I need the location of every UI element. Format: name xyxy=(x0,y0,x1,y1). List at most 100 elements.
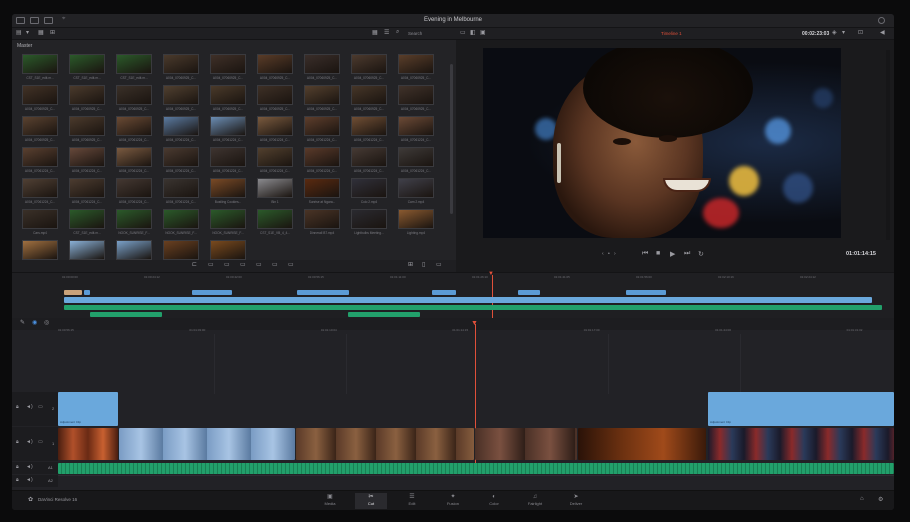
media-clip-thumbnail[interactable]: A004_07060925_C... xyxy=(69,116,105,146)
page-tab-color[interactable]: ◐ Color xyxy=(478,493,510,509)
home-icon[interactable]: ⌂ xyxy=(860,496,864,502)
adjustment-clip[interactable]: Adjustment Clip xyxy=(58,392,118,426)
media-clip-thumbnail[interactable]: A004_07061224_C... xyxy=(163,178,199,208)
media-clip-thumbnail[interactable]: CST_S1E_VB_4_4... xyxy=(257,209,293,239)
skip-forward-icon[interactable]: ⏭ xyxy=(684,250,690,258)
import-icon[interactable]: ⊞ xyxy=(50,29,55,36)
media-clip-thumbnail[interactable]: Lightbulbs Meeting... xyxy=(351,209,387,239)
media-clip-thumbnail[interactable]: A004_07061224_C... xyxy=(163,147,199,177)
snap-icon[interactable]: ⊞ xyxy=(408,261,413,268)
close-up-icon[interactable]: ▭ xyxy=(256,261,262,268)
mark-icon[interactable]: ⊏ xyxy=(192,261,197,268)
video-frame[interactable] xyxy=(483,48,841,238)
video-track-v1[interactable] xyxy=(64,297,872,303)
list-view-toggle-icon[interactable]: ☰ xyxy=(384,29,389,36)
overwrite-icon[interactable]: ▭ xyxy=(208,261,214,268)
media-clip-thumbnail[interactable]: NOOK_SUNRISE_F... xyxy=(163,209,199,239)
video-clip-filmstrip[interactable] xyxy=(578,428,706,460)
lock-icon[interactable]: 🔒︎ xyxy=(16,404,19,410)
media-clip-thumbnail[interactable]: A004_07061224_C... xyxy=(116,116,152,146)
media-clip-thumbnail[interactable]: A004_07061224_C... xyxy=(257,116,293,146)
viewer-split-icon[interactable]: ◧ xyxy=(470,29,476,36)
link-icon[interactable]: ▯ xyxy=(422,261,425,268)
media-clip-thumbnail[interactable]: Cam 2.mp4 xyxy=(398,178,434,208)
media-clip-thumbnail[interactable]: CST_S1E_edit.m... xyxy=(69,209,105,239)
video-clip-filmstrip[interactable] xyxy=(119,428,295,460)
media-clip-thumbnail[interactable]: A004_07061224_C... xyxy=(304,116,340,146)
append-icon[interactable]: ▭ xyxy=(240,261,246,268)
media-clip-thumbnail[interactable]: A004_07061224_C... xyxy=(257,147,293,177)
video-clip[interactable] xyxy=(84,290,90,295)
viewer-layout-icon[interactable]: ▭ xyxy=(460,29,466,36)
insert-icon[interactable]: ▭ xyxy=(224,261,230,268)
scrub-dropdown-icon[interactable]: ▾ xyxy=(842,29,845,36)
bin-label[interactable]: Master xyxy=(17,43,32,49)
media-clip-thumbnail[interactable]: A004_07060925_C... xyxy=(304,54,340,84)
page-tab-cut[interactable]: ✂ Cut xyxy=(355,493,387,509)
audio-track-a1[interactable] xyxy=(64,305,882,310)
video-clip-filmstrip[interactable] xyxy=(296,428,474,460)
export-icon[interactable] xyxy=(878,17,885,24)
main-ruler[interactable]: 01:00:56:15 01:01:03:00 01:01:10:04 01:01:1… xyxy=(58,328,894,336)
media-clip-thumbnail[interactable]: A004_07060925_C... xyxy=(69,85,105,115)
audio-meter-icon[interactable]: ◀ xyxy=(880,29,885,36)
settings-icon[interactable]: ⚙ xyxy=(878,496,883,503)
media-clip-thumbnail[interactable]: A004_07060925_C... xyxy=(210,85,246,115)
media-clip-thumbnail[interactable]: Colo 2.mp4 xyxy=(351,178,387,208)
media-clip-thumbnail[interactable]: A004_07061224_C... xyxy=(69,147,105,177)
media-clip-thumbnail[interactable]: Bin 1 xyxy=(257,178,293,208)
skip-back-icon[interactable]: ⏮ xyxy=(642,250,648,258)
media-clip-thumbnail[interactable]: A004_07060925_C... xyxy=(22,85,58,115)
media-clip-thumbnail[interactable]: A004_07061224_C... xyxy=(163,116,199,146)
visibility-icon[interactable]: ▭ xyxy=(38,439,43,445)
audio-clip[interactable] xyxy=(90,312,162,317)
jog-left-icon[interactable]: ‹ xyxy=(602,251,604,257)
media-clip-thumbnail[interactable]: A004_07061224_C... xyxy=(351,116,387,146)
razor-icon[interactable]: ✎ xyxy=(20,319,25,326)
audio-icon[interactable]: ◄) xyxy=(26,404,33,410)
media-clip-thumbnail[interactable]: Dinnerall B7.mp4 xyxy=(304,209,340,239)
thumbnail-view-icon[interactable]: ▦ xyxy=(372,29,378,36)
media-clip-thumbnail[interactable]: A004_07060925_C... xyxy=(257,85,293,115)
trim-icon[interactable]: ▭ xyxy=(436,261,442,268)
media-clip-thumbnail[interactable]: CST_S1E_edit.m... xyxy=(22,54,58,84)
lock-icon[interactable]: 🔒︎ xyxy=(16,477,19,483)
media-clip-thumbnail[interactable]: Lighting.mp4 xyxy=(398,209,434,239)
media-clip-thumbnail[interactable]: Sunrise at Ngara... xyxy=(304,178,340,208)
media-clip-thumbnail[interactable]: A004_07061224_C... xyxy=(22,147,58,177)
media-clip-thumbnail[interactable]: Cars.mp4 xyxy=(22,209,58,239)
video-clip-filmstrip[interactable] xyxy=(58,428,118,460)
snap-toggle-icon[interactable]: ◉ xyxy=(32,319,37,326)
audio-clip[interactable] xyxy=(348,312,420,317)
page-tab-deliver[interactable]: ➤ Deliver xyxy=(560,493,592,509)
page-tab-fairlight[interactable]: ♫ Fairlight xyxy=(519,493,551,509)
adjustment-clip[interactable]: Adjustment Clip xyxy=(708,392,894,426)
video-clip-filmstrip[interactable] xyxy=(708,428,894,460)
media-clip-thumbnail[interactable]: A004_07061224_C... xyxy=(116,178,152,208)
media-clip-thumbnail[interactable]: A004_07061224_C... xyxy=(69,178,105,208)
media-clip-thumbnail[interactable]: NOOK_SUNRISE_F... xyxy=(116,209,152,239)
video-clip[interactable] xyxy=(297,290,349,295)
media-clip-thumbnail[interactable]: NOOK_SUNRISE_F... xyxy=(210,209,246,239)
media-clip-thumbnail[interactable]: A004_07060925_C... xyxy=(398,85,434,115)
loop-icon[interactable]: ↻ xyxy=(698,250,704,258)
viewer-option-icon[interactable]: ▣ xyxy=(480,29,486,36)
video-clip[interactable] xyxy=(518,290,540,295)
video-clip-filmstrip[interactable] xyxy=(475,428,577,460)
jog-right-icon[interactable]: › xyxy=(614,251,616,257)
lock-icon[interactable]: 🔒︎ xyxy=(16,439,19,445)
media-clip-thumbnail[interactable]: A004_07061224_C... xyxy=(304,147,340,177)
media-clip-thumbnail[interactable]: CST_S1E_edit.m... xyxy=(116,54,152,84)
media-clip-thumbnail[interactable]: A004_07061224_C... xyxy=(116,147,152,177)
dropdown-icon[interactable]: ▾ xyxy=(26,29,29,36)
upper-playhead-marker[interactable]: ▼ xyxy=(488,271,494,277)
main-playhead-marker[interactable]: ▼ xyxy=(471,320,478,327)
upper-timeline[interactable]: 01:00:00:00 01:00:24:12 01:00:42:00 01:00:5… xyxy=(12,271,894,319)
media-clip-thumbnail[interactable]: Bustling Cookies... xyxy=(210,178,246,208)
video-clip[interactable] xyxy=(626,290,666,295)
title-clip[interactable] xyxy=(64,290,82,295)
scrub-icon[interactable]: ◈ xyxy=(832,29,837,36)
audio-icon[interactable]: ◄) xyxy=(26,439,33,445)
page-tab-fusion[interactable]: ✦ Fusion xyxy=(437,493,469,509)
page-tab-edit[interactable]: ☰ Edit xyxy=(396,493,428,509)
